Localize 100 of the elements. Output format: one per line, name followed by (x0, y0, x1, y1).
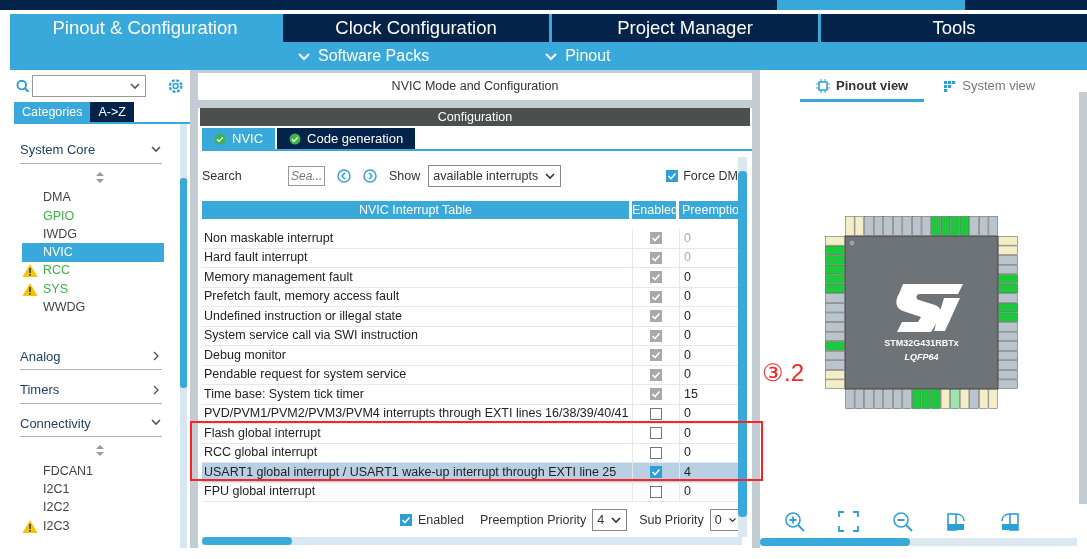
priority-dropdown[interactable]: 0 (709, 509, 738, 531)
sidebar-item[interactable]: I2C2 (22, 498, 164, 517)
search-field[interactable]: Sea... (288, 166, 325, 186)
table-row[interactable]: Undefined instruction or illegal state 0 (202, 307, 738, 327)
chip-pin[interactable] (940, 388, 951, 409)
chip-pin[interactable] (931, 388, 941, 409)
sidebar-item[interactable]: WWDG (22, 298, 164, 317)
chip-pin[interactable] (988, 215, 998, 236)
checkbox[interactable] (650, 485, 662, 498)
sidebar-item[interactable]: I2C1 (22, 480, 164, 499)
chip-pin[interactable] (854, 215, 864, 236)
table-row[interactable]: Time base: System tick timer 15 (202, 385, 738, 405)
checkbox[interactable] (650, 407, 662, 420)
scrollbar[interactable] (1079, 91, 1087, 504)
category-header[interactable]: Analog (20, 336, 162, 371)
sidebar-item[interactable]: I2C3 (22, 516, 164, 536)
chip-pin[interactable] (998, 235, 1018, 245)
chip-pin[interactable] (912, 388, 922, 409)
main-tab[interactable]: Clock Configuration (283, 14, 549, 42)
main-tab[interactable]: Project Manager (552, 14, 818, 42)
scrollbar[interactable] (760, 538, 1077, 546)
checkbox[interactable] (650, 466, 662, 479)
table-cell-text: Non maskable interrupt (203, 229, 335, 247)
category-header[interactable]: Timers (20, 370, 162, 404)
table-row[interactable]: Non maskable interrupt 0 (202, 229, 738, 249)
chip-pin[interactable] (912, 215, 922, 236)
table-cell-text: FPU global interrupt (203, 483, 317, 501)
chip-pin[interactable] (969, 388, 979, 409)
chip-package: LQFP64 (904, 351, 939, 362)
chip-pin[interactable] (892, 388, 903, 409)
fit-to-screen-icon[interactable] (838, 510, 859, 532)
chip-pin[interactable] (950, 388, 960, 409)
chip-pin[interactable] (979, 388, 989, 409)
chip-pin[interactable] (902, 388, 912, 409)
category-header[interactable]: System Core (20, 130, 162, 164)
chip-pin[interactable] (873, 388, 884, 409)
chip-pin[interactable] (873, 215, 884, 236)
table-cell-text: System service call via SWI instruction (203, 327, 419, 345)
chip-pin[interactable] (931, 215, 941, 236)
rotate-clockwise-icon[interactable] (946, 510, 967, 532)
chip-pin[interactable] (825, 379, 845, 389)
chip-pin[interactable] (845, 388, 855, 409)
chip-pin[interactable] (864, 388, 874, 409)
table-row[interactable]: Debug monitor 0 (202, 346, 738, 366)
chip-pin[interactable] (864, 215, 874, 236)
sidebar-item[interactable]: IWDG (22, 225, 164, 244)
search-field[interactable] (32, 74, 146, 97)
scrollbar[interactable] (180, 124, 187, 548)
zoom-in-icon[interactable] (784, 510, 805, 532)
category-header[interactable]: Connectivity (20, 403, 162, 438)
checkbox[interactable] (650, 427, 662, 440)
priority-dropdown[interactable]: 4 (592, 509, 628, 531)
chip-pin[interactable] (902, 215, 912, 236)
show-dropdown[interactable]: available interrupts (428, 165, 562, 187)
table-row[interactable]: Pendable request for system service 0 (202, 365, 738, 385)
chevron-down-icon (298, 51, 310, 61)
table-row[interactable]: System service call via SWI instruction 0 (202, 326, 738, 346)
chip-pin[interactable] (979, 215, 989, 236)
chip-pin[interactable] (950, 215, 960, 236)
checkbox[interactable] (650, 446, 662, 459)
chip-pin[interactable] (969, 215, 979, 236)
next-icon[interactable] (363, 169, 377, 183)
table-row[interactable]: Hard fault interrupt 0 (202, 248, 738, 268)
chip-pin[interactable] (883, 388, 893, 409)
checkbox[interactable] (666, 170, 679, 182)
scrollbar[interactable] (202, 537, 742, 545)
table-row[interactable]: FPU global interrupt 0 (202, 482, 738, 502)
chip-icon (816, 78, 830, 93)
logo-icon (896, 283, 963, 332)
chip-pin[interactable] (883, 215, 893, 236)
chip-pin[interactable] (959, 388, 970, 409)
chip-pin[interactable] (921, 388, 931, 409)
view-tab[interactable]: Pinout view (800, 76, 925, 102)
chip-pin[interactable] (854, 388, 864, 409)
checkbox[interactable] (400, 514, 412, 526)
table-row[interactable]: Flash global interrupt 0 (202, 424, 738, 444)
scrollbar[interactable] (738, 157, 747, 537)
chip-pin[interactable] (940, 215, 951, 236)
chip-pin[interactable] (921, 215, 931, 236)
chip-pin[interactable] (988, 388, 998, 409)
table-row[interactable]: Memory management fault 0 (202, 268, 738, 288)
table-row[interactable]: Prefetch fault, memory access fault 0 (202, 287, 738, 307)
chip-pin[interactable] (825, 235, 845, 245)
chip-pin[interactable] (845, 215, 855, 236)
view-tab[interactable]: System view (928, 76, 1052, 102)
table-row[interactable]: USART1 global interrupt / USART1 wake-up interrupt through EXTI line 25 4 (202, 463, 738, 483)
main-tab[interactable]: Tools (821, 14, 1087, 42)
previous-icon[interactable] (337, 169, 351, 183)
chip-pin[interactable] (959, 215, 970, 236)
sidebar-item[interactable]: DMA (22, 188, 164, 207)
chip-pin[interactable] (892, 215, 903, 236)
view-tab[interactable]: A->Z (90, 102, 134, 122)
config-tab[interactable]: Code generation (277, 128, 416, 149)
zoom-out-icon[interactable] (892, 510, 913, 532)
sidebar-item[interactable]: FDCAN1 (22, 462, 164, 481)
chip-pin[interactable] (998, 245, 1018, 255)
chip-pin[interactable] (825, 369, 845, 379)
table-row[interactable]: PVD/PVM1/PVM2/PVM3/PVM4 interrupts through EXTI lines 16/38/39/40/41 0 (202, 404, 738, 424)
chevron-down-icon (610, 515, 623, 525)
rotate-counterclockwise-icon[interactable] (1000, 510, 1021, 532)
